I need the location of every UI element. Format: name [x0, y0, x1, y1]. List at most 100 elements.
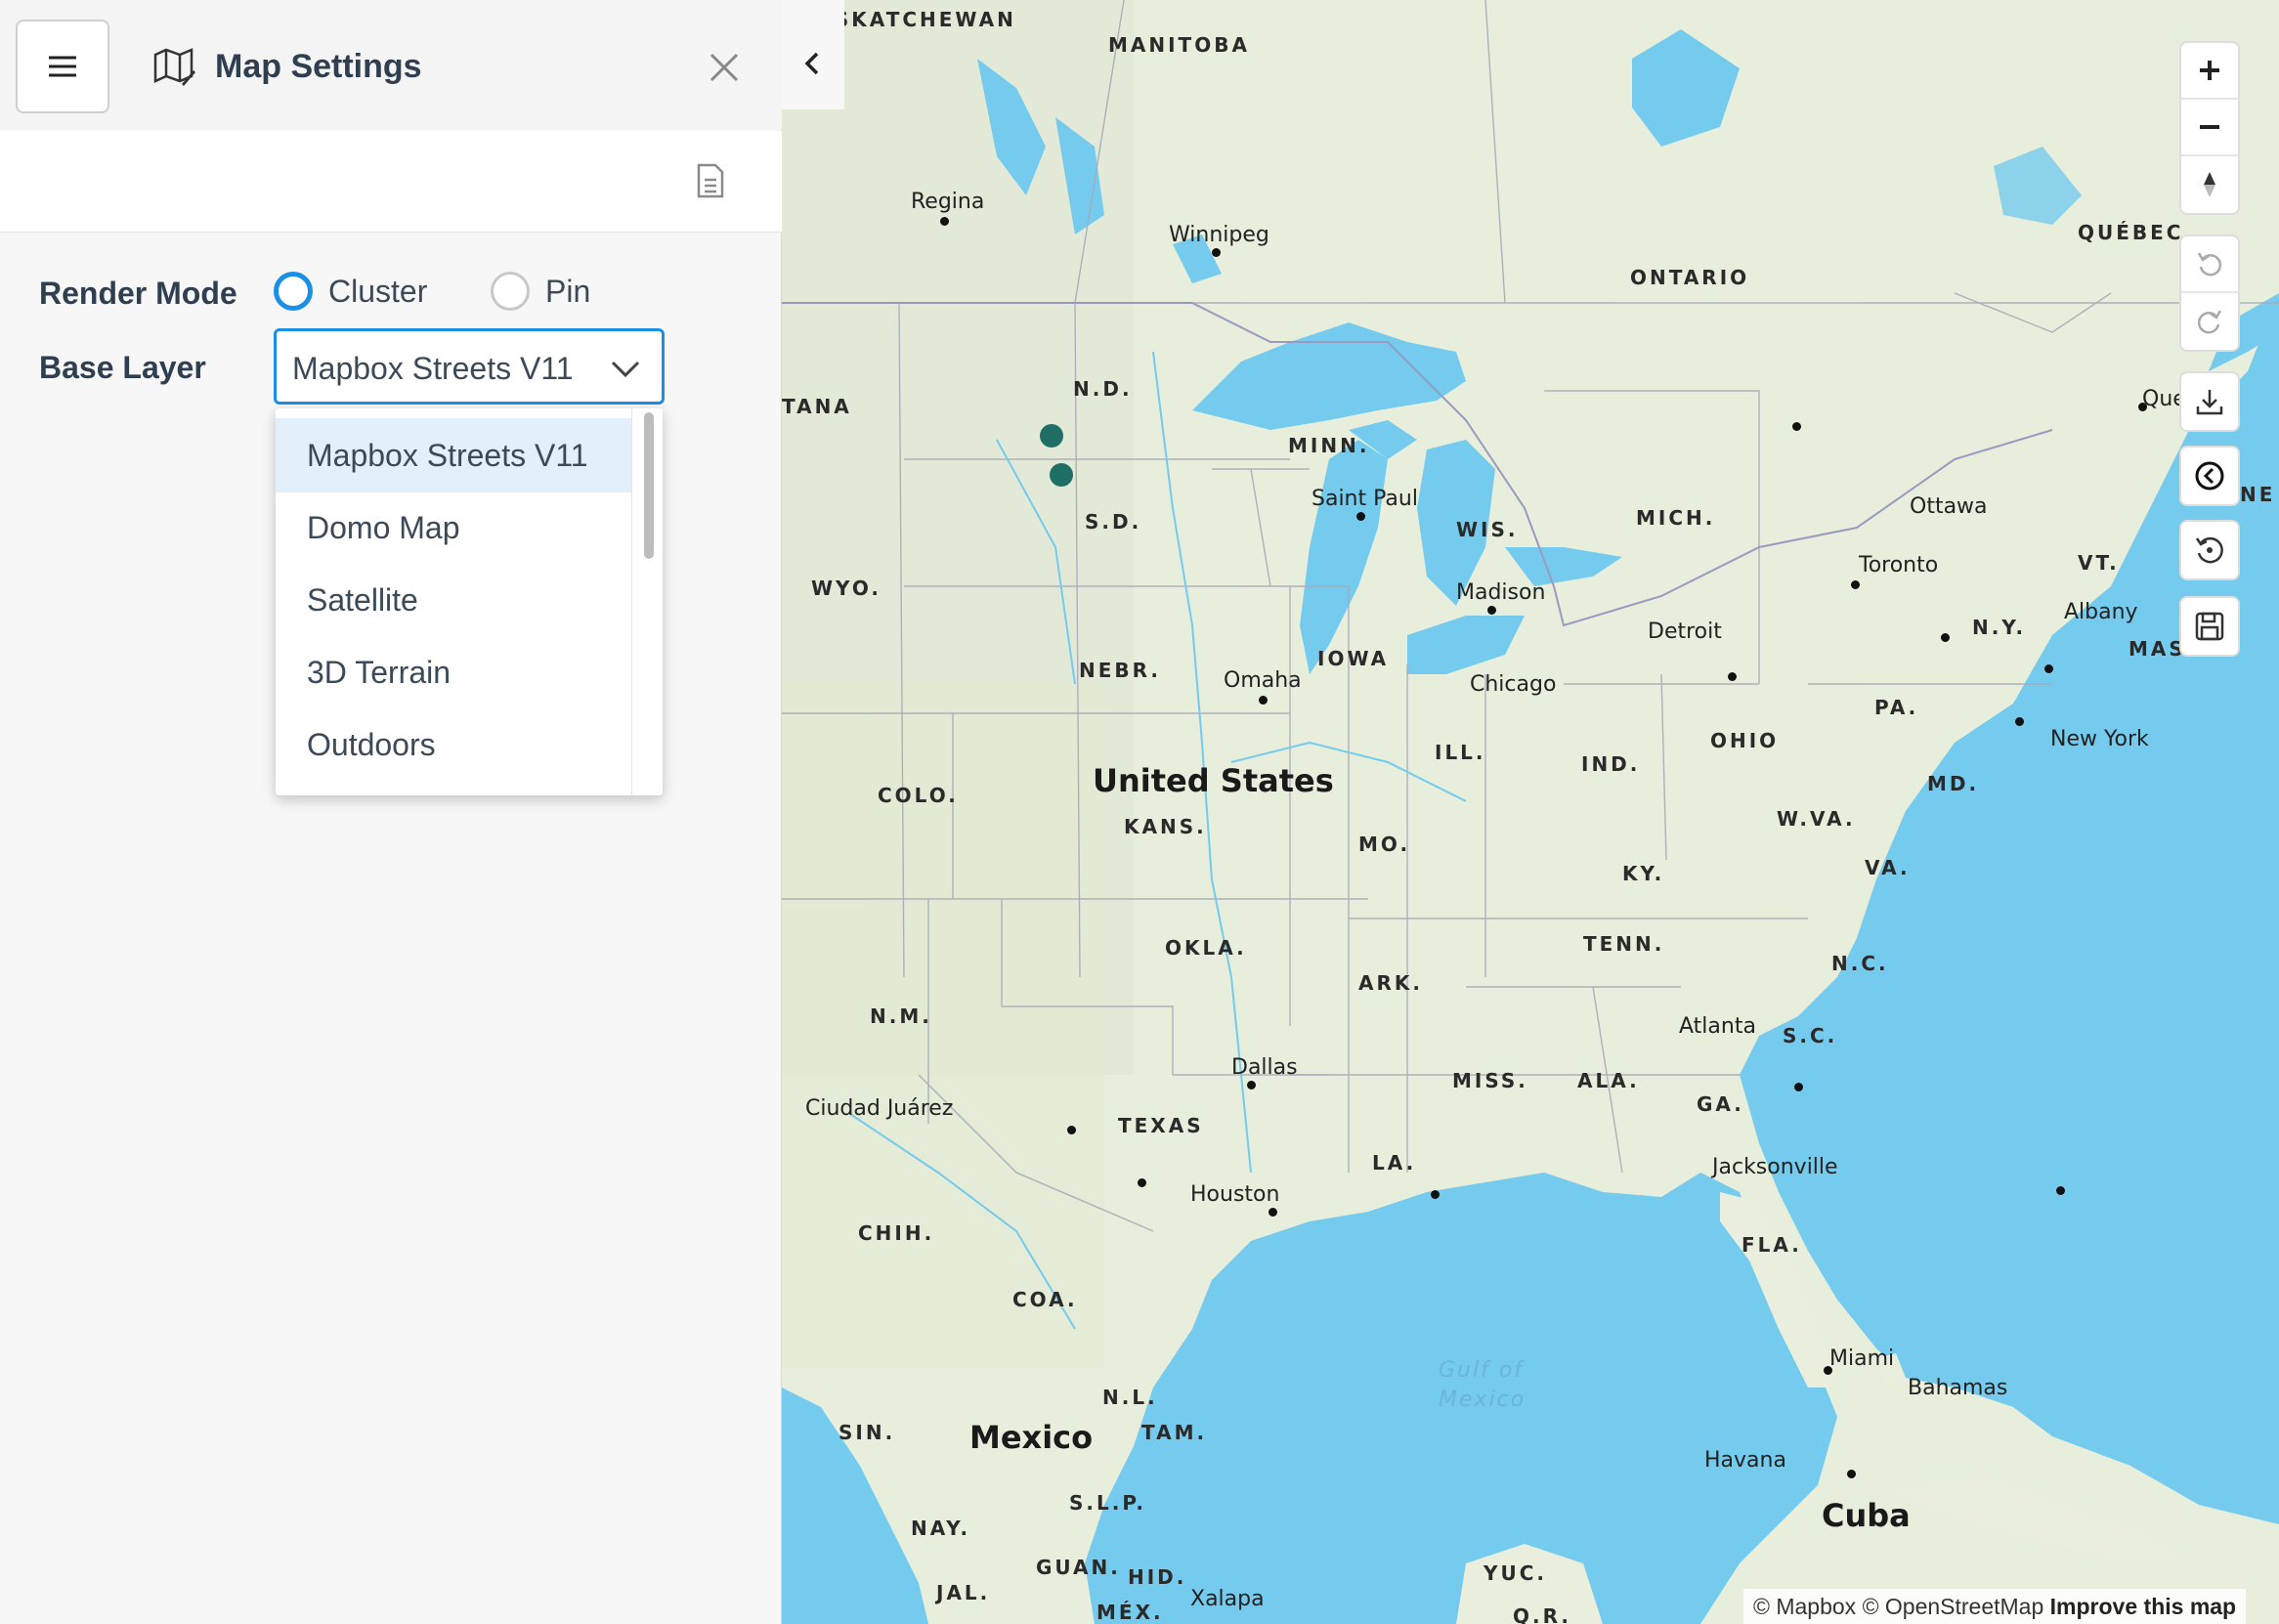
save-map-button[interactable]: [2179, 596, 2240, 657]
base-layer-dropdown: Mapbox Streets V11 Domo Map Satellite 3D…: [276, 408, 663, 795]
map-label: QUÉBEC: [2078, 221, 2184, 244]
cluster-pin[interactable]: [1040, 424, 1063, 448]
map-label: United States: [1093, 762, 1334, 799]
map-label: S.D.: [1085, 510, 1142, 534]
map-label: ONTARIO: [1630, 266, 1750, 289]
map-label: Havana: [1704, 1448, 1786, 1473]
map-label: N.L.: [1102, 1386, 1158, 1409]
map-label: NEBR.: [1079, 659, 1162, 682]
improve-map-link[interactable]: Improve this map: [2050, 1594, 2236, 1619]
mapbox-attribution-link[interactable]: © Mapbox: [1753, 1594, 1856, 1619]
map-attribution: © Mapbox © OpenStreetMap Improve this ma…: [1743, 1589, 2247, 1624]
zoom-controls: [2179, 41, 2240, 215]
cluster-radio[interactable]: [274, 272, 313, 311]
map-label: KANS.: [1124, 815, 1207, 838]
city-dot: [1792, 422, 1801, 431]
map-label: Winnipeg: [1169, 223, 1269, 247]
map-label: HID.: [1128, 1565, 1187, 1589]
map-label: S.L.P.: [1069, 1491, 1146, 1515]
map-label: TENN.: [1583, 932, 1665, 956]
map-label: GUAN.: [1036, 1556, 1121, 1579]
map-label: MINN.: [1288, 434, 1370, 457]
map-label: JAL.: [936, 1581, 991, 1604]
city-dot: [1259, 696, 1268, 705]
pin-radio[interactable]: [491, 272, 530, 311]
map-label: WYO.: [811, 577, 882, 600]
redo-button[interactable]: [2181, 293, 2238, 350]
dropdown-option-3d-terrain[interactable]: 3D Terrain: [276, 635, 631, 709]
collapse-panel-button[interactable]: [782, 0, 844, 109]
zoom-in-icon: [2200, 61, 2219, 80]
hamburger-menu-button[interactable]: [16, 20, 109, 113]
zoom-out-button[interactable]: [2181, 100, 2238, 156]
city-dot: [1794, 1083, 1803, 1091]
map-label: Madison: [1456, 580, 1546, 605]
city-dot: [1728, 672, 1737, 681]
hamburger-menu-icon: [49, 56, 76, 77]
map-label: FLA.: [1742, 1233, 1802, 1257]
map-label: Mexico: [1439, 1388, 1526, 1412]
osm-attribution-link[interactable]: © OpenStreetMap: [1863, 1594, 2044, 1619]
map-label: MO.: [1358, 833, 1411, 856]
compass-button[interactable]: [2181, 156, 2238, 213]
map-label: Houston: [1190, 1182, 1280, 1207]
close-icon[interactable]: [706, 49, 743, 86]
back-circle-button[interactable]: [2179, 446, 2240, 506]
map-label: Atlanta: [1679, 1014, 1756, 1039]
map-label: ALA.: [1577, 1069, 1640, 1092]
city-dot: [1941, 633, 1950, 642]
document-icon[interactable]: [696, 162, 725, 199]
map-label: Ciudad Juárez: [805, 1096, 954, 1121]
zoom-in-button[interactable]: [2181, 43, 2238, 100]
map-label: PA.: [1874, 696, 1919, 719]
dropdown-option-mapbox-streets[interactable]: Mapbox Streets V11: [276, 418, 631, 492]
dropdown-scrollbar[interactable]: [631, 408, 663, 795]
render-mode-label: Render Mode: [39, 276, 237, 311]
map-label: ILL.: [1435, 741, 1486, 764]
cluster-pin[interactable]: [1050, 463, 1073, 487]
map-label: MICH.: [1636, 506, 1716, 530]
map-label: CHIH.: [858, 1221, 935, 1245]
dropdown-scroll-thumb[interactable]: [644, 412, 654, 559]
map-label: NE: [2240, 483, 2276, 506]
map-label: Regina: [911, 190, 985, 214]
dropdown-option-domo-map[interactable]: Domo Map: [276, 491, 631, 565]
city-dot: [1138, 1178, 1146, 1187]
dropdown-option-outdoors[interactable]: Outdoors: [276, 707, 631, 782]
reset-button[interactable]: [2179, 520, 2240, 580]
map-label: N.C.: [1831, 952, 1889, 975]
history-controls: [2179, 235, 2240, 352]
map-label: Toronto: [1859, 553, 1939, 577]
map-label: ARK.: [1358, 971, 1423, 995]
map-edit-icon: [153, 48, 195, 86]
map-canvas[interactable]: SASKATCHEWAN MANITOBA ONTARIO QUÉBEC Reg…: [782, 0, 2279, 1624]
cluster-radio-label[interactable]: Cluster: [328, 272, 427, 311]
city-dot: [1268, 1208, 1277, 1217]
map-label: TANA: [782, 395, 852, 418]
reset-icon: [2195, 536, 2223, 564]
map-label: WIS.: [1456, 518, 1519, 541]
map-label: Detroit: [1648, 620, 1722, 644]
download-button[interactable]: [2179, 371, 2240, 432]
map-label: COA.: [1012, 1288, 1078, 1311]
undo-button[interactable]: [2181, 236, 2238, 293]
map-label: IOWA: [1317, 647, 1390, 670]
map-label: OHIO: [1710, 729, 1780, 752]
chevron-down-icon: [611, 361, 640, 378]
map-label: N.Y.: [1972, 616, 2027, 639]
map-label: TAM.: [1141, 1421, 1208, 1444]
city-dot: [1212, 248, 1221, 257]
map-label: MÉX.: [1096, 1601, 1164, 1624]
map-label: N.D.: [1073, 377, 1133, 401]
map-label: KY.: [1622, 862, 1665, 885]
city-dot: [1487, 606, 1496, 615]
map-label: Bahamas: [1908, 1376, 2008, 1400]
panel-title: Map Settings: [215, 48, 422, 85]
map-label: Cuba: [1822, 1497, 1911, 1534]
base-layer-select[interactable]: Mapbox Streets V11: [274, 328, 665, 405]
city-dot: [1356, 512, 1365, 521]
dropdown-option-satellite[interactable]: Satellite: [276, 563, 631, 637]
city-dot: [2044, 664, 2053, 673]
map-label: S.C.: [1783, 1024, 1838, 1047]
pin-radio-label[interactable]: Pin: [545, 272, 590, 311]
